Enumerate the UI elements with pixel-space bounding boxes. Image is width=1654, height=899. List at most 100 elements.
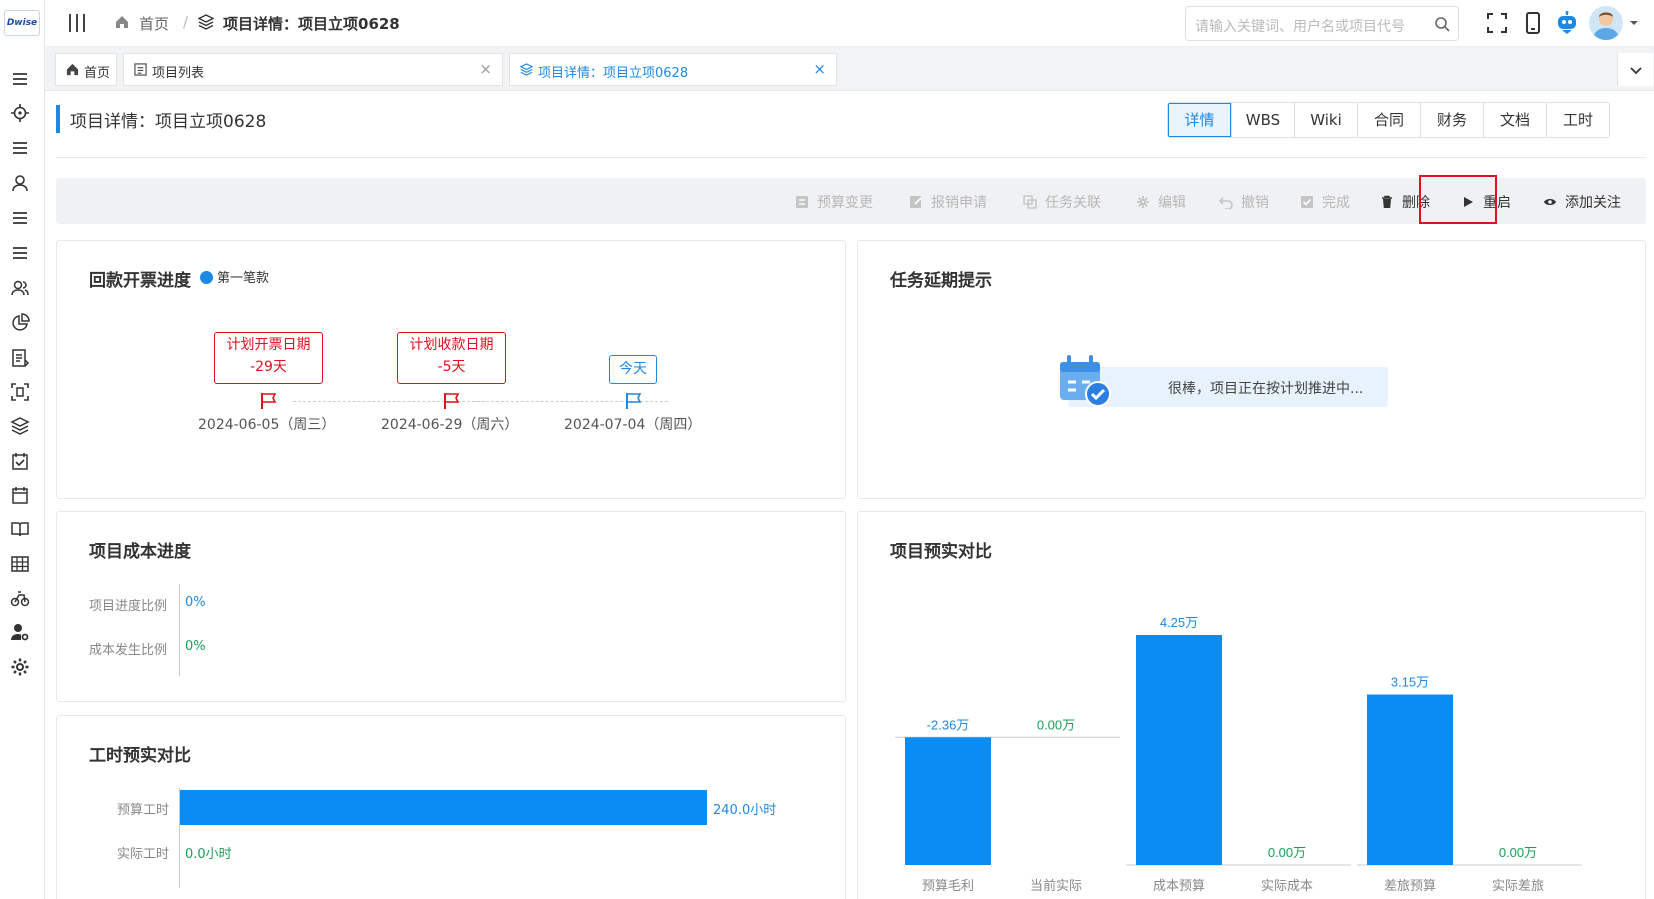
tab-documents[interactable]: 文档 xyxy=(1483,103,1546,137)
category-label: 实际成本 xyxy=(1261,878,1313,893)
action-label: 完成 xyxy=(1322,195,1350,211)
clock-icon xyxy=(200,271,213,284)
eye-icon xyxy=(1544,199,1556,205)
table-icon[interactable] xyxy=(9,553,31,575)
edit-button[interactable]: 编辑 xyxy=(1136,192,1186,212)
layers-icon xyxy=(520,63,533,76)
undo-icon xyxy=(1219,197,1233,209)
pie-chart-icon[interactable] xyxy=(9,312,31,334)
delay-message: 很棒，项目正在按计划推进中... xyxy=(1168,381,1364,397)
tab-home[interactable]: 首页 xyxy=(55,53,117,86)
hours-label: 实际工时 xyxy=(117,847,170,862)
collapse-sidebar-icon[interactable] xyxy=(67,12,87,34)
task-link-button[interactable]: 任务关联 xyxy=(1023,192,1101,212)
action-label: 报销申请 xyxy=(931,195,987,211)
add-follow-button[interactable]: 添加关注 xyxy=(1543,192,1621,212)
tab-finance[interactable]: 财务 xyxy=(1420,103,1483,137)
tab-project-list[interactable]: 项目列表 × xyxy=(123,53,503,86)
badge-label: 第一笔款 xyxy=(217,271,270,286)
top-header: 首页 / 项目详情：项目立项0628 请输入关键词、用户名或项目代号 xyxy=(45,0,1654,47)
book-icon[interactable] xyxy=(9,518,31,540)
complete-button[interactable]: 完成 xyxy=(1300,192,1350,212)
action-label: 编辑 xyxy=(1158,195,1186,211)
chevron-down-icon xyxy=(1630,67,1642,75)
milestone-label: 计划收款日期 xyxy=(409,337,494,353)
tab-work-hours[interactable]: 工时 xyxy=(1546,103,1609,137)
payment-progress-card: 回款开票进度 第一笔款 计划开票日期 -29天 计划收款日期 -5天 今天 20… xyxy=(56,240,846,499)
tab-bar: 首页 项目列表 × 项目详情：项目立项0628 × xyxy=(45,47,1654,91)
data-label: 3.15万 xyxy=(1391,675,1429,690)
chevron-down-icon[interactable] xyxy=(1627,16,1641,30)
list-icon[interactable] xyxy=(9,137,31,159)
milestone-today: 今天 xyxy=(609,355,657,384)
team-icon[interactable] xyxy=(9,277,31,299)
data-label: 0.00万 xyxy=(1037,717,1075,732)
expense-claim-button[interactable]: 报销申请 xyxy=(909,192,987,212)
revoke-button[interactable]: 撤销 xyxy=(1219,192,1269,212)
tab-more-button[interactable] xyxy=(1617,53,1653,86)
close-icon[interactable]: × xyxy=(479,60,492,78)
budget-compare-card: 项目预实对比 -2.36万 预算毛利 0.00万 当前实际 4.25万 成本预算 0.00万… xyxy=(857,511,1646,899)
bar xyxy=(1136,635,1222,865)
list-icon[interactable] xyxy=(9,207,31,229)
cost-progress-card: 项目成本进度 项目进度比例 0% 成本发生比例 0% xyxy=(56,511,846,702)
milestone-invoice-plan: 计划开票日期 -29天 xyxy=(214,332,323,384)
bar xyxy=(1367,694,1453,865)
app-logo[interactable]: Dwise xyxy=(4,10,40,36)
user-settings-icon[interactable] xyxy=(9,621,31,643)
action-label: 撤销 xyxy=(1241,195,1269,211)
tab-wbs[interactable]: WBS xyxy=(1231,103,1294,137)
tab-wiki[interactable]: Wiki xyxy=(1294,103,1357,137)
data-label: 0.00万 xyxy=(1268,845,1306,860)
tab-project-detail[interactable]: 项目详情：项目立项0628 × xyxy=(509,53,837,86)
mobile-icon[interactable] xyxy=(1521,11,1545,35)
home-icon xyxy=(66,63,79,76)
hours-value: 0.0小时 xyxy=(185,847,232,862)
robot-assistant-icon[interactable] xyxy=(1555,11,1579,35)
tab-label: 项目详情：项目立项0628 xyxy=(538,66,689,81)
fullscreen-icon[interactable] xyxy=(1485,11,1509,35)
action-label: 任务关联 xyxy=(1045,195,1101,211)
budget-change-button[interactable]: 预算变更 xyxy=(795,192,873,212)
milestone-collection-plan: 计划收款日期 -5天 xyxy=(397,332,506,384)
document-icon[interactable] xyxy=(9,347,31,369)
layers-icon[interactable] xyxy=(9,415,31,437)
list-icon[interactable] xyxy=(9,242,31,264)
target-icon[interactable] xyxy=(9,102,31,124)
budget-icon xyxy=(796,196,808,208)
tab-details[interactable]: 详情 xyxy=(1168,103,1231,137)
breadcrumb-home[interactable]: 首页 xyxy=(139,13,169,34)
gear-icon[interactable] xyxy=(9,656,31,678)
calendar-icon[interactable] xyxy=(9,484,31,506)
breadcrumb-current: 项目详情：项目立项0628 xyxy=(223,15,400,33)
search-input[interactable]: 请输入关键词、用户名或项目代号 xyxy=(1185,6,1459,41)
card-title: 回款开票进度 xyxy=(89,271,191,291)
list-icon xyxy=(134,63,147,76)
close-icon[interactable]: × xyxy=(813,60,826,78)
task-delay-card: 任务延期提示 很棒，项目正在按计划推进中... xyxy=(857,240,1646,499)
category-label: 实际差旅 xyxy=(1492,878,1544,893)
user-icon[interactable] xyxy=(9,172,31,194)
tab-contract[interactable]: 合同 xyxy=(1357,103,1420,137)
search-icon[interactable] xyxy=(1434,16,1450,32)
category-label: 成本预算 xyxy=(1153,878,1205,893)
detail-tabs: 详情 WBS Wiki 合同 财务 文档 工时 xyxy=(1167,102,1610,138)
category-label: 当前实际 xyxy=(1030,878,1082,893)
scan-icon[interactable] xyxy=(9,381,31,403)
bar xyxy=(905,737,991,865)
page-title: 项目详情：项目立项0628 xyxy=(70,112,267,132)
flag-icon xyxy=(626,393,642,409)
flag-icon xyxy=(261,393,277,409)
data-label: 0.00万 xyxy=(1499,845,1537,860)
bike-icon[interactable] xyxy=(9,587,31,609)
tab-label: 项目列表 xyxy=(152,66,205,81)
home-icon xyxy=(116,16,128,28)
avatar[interactable] xyxy=(1589,6,1623,40)
task-check-icon[interactable] xyxy=(9,450,31,472)
milestone-days: -5天 xyxy=(437,359,466,375)
tab-label: 首页 xyxy=(84,66,111,81)
divider xyxy=(56,157,1646,158)
menu-icon[interactable] xyxy=(9,68,31,90)
axis-line xyxy=(179,584,180,676)
flag-icon xyxy=(444,393,460,409)
